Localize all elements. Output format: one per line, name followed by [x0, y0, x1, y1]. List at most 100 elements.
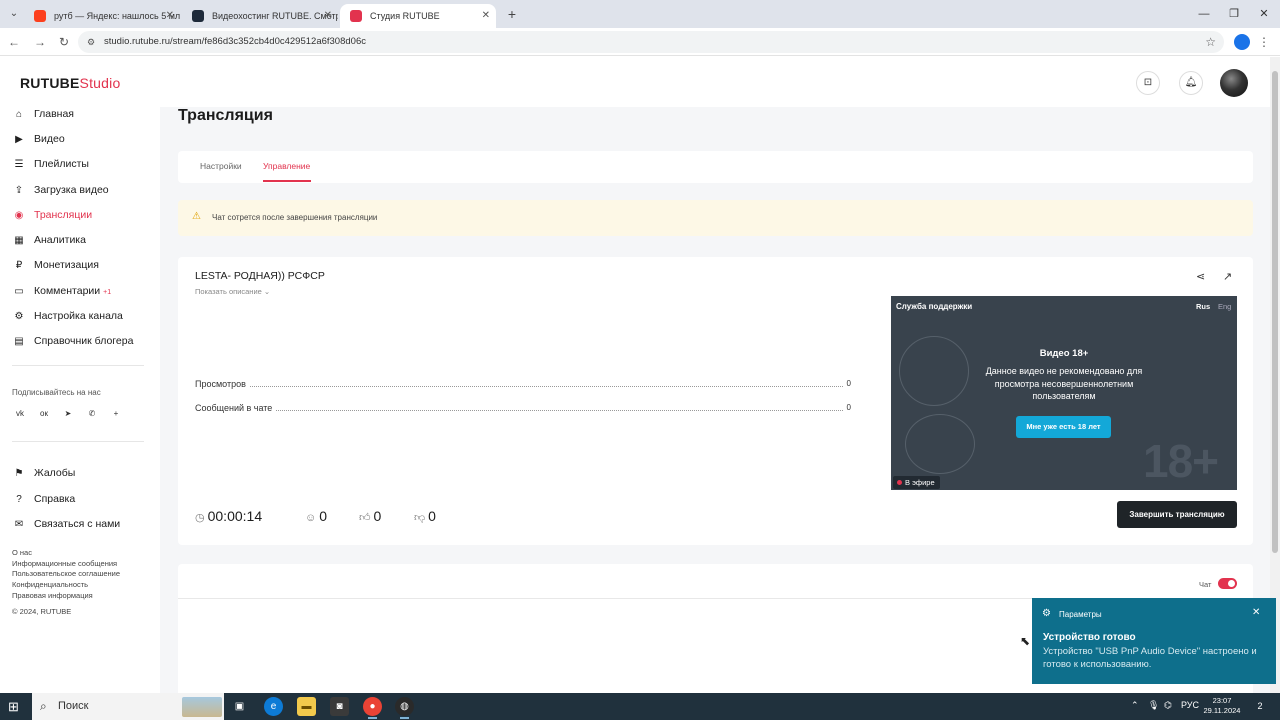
sidebar-item-comments[interactable]: ▭ Комментарии +1 — [12, 282, 111, 300]
sidebar-item-complaints[interactable]: ⚑ Жалобы — [12, 464, 76, 482]
stat-label: Сообщений в чате — [195, 403, 277, 413]
telegram-icon[interactable]: ➤ — [61, 407, 75, 421]
scrollbar-thumb[interactable] — [1272, 71, 1278, 553]
notifications-icon[interactable]: 🔔︎ — [1179, 71, 1203, 95]
dotted-leader — [195, 410, 851, 411]
tab-close-icon[interactable]: ✕ — [482, 4, 490, 28]
new-tab-icon[interactable]: + — [504, 4, 520, 24]
create-icon[interactable]: ⊡ — [1136, 71, 1160, 95]
sidebar-item-monetization[interactable]: ₽ Монетизация — [12, 256, 99, 274]
video-player[interactable]: Служба поддержки Rus Eng Видео 18+ Данно… — [891, 296, 1237, 490]
ok-icon[interactable]: ок — [37, 407, 51, 421]
profile-icon[interactable] — [1234, 34, 1250, 50]
sidebar-item-playlists[interactable]: ☰ Плейлисты — [12, 155, 89, 173]
tab-close-icon[interactable]: ✕ — [166, 4, 174, 28]
reload-icon[interactable]: ↻ — [56, 34, 72, 50]
sidebar: RUTUBEStudio ⌂ Главная ▶ Видео ☰ Плейлисты … — [0, 57, 160, 693]
browser-tab-yandex[interactable]: рутб — Яндекс: нашлось 5 млн ✕ — [24, 4, 180, 28]
home-icon: ⌂ — [15, 109, 23, 120]
active-tab-indicator — [263, 180, 311, 182]
forward-icon[interactable]: → — [32, 34, 48, 50]
stream-timer: ◷ 00:00:14 — [195, 508, 262, 524]
footer-link-terms[interactable]: Пользовательское соглашение — [12, 569, 120, 579]
tab-management[interactable]: Управление — [263, 161, 310, 171]
lang-rus-button[interactable]: Rus — [1196, 302, 1210, 311]
support-link[interactable]: Служба поддержки — [896, 302, 972, 311]
site-info-icon[interactable]: ⚙ — [87, 37, 97, 47]
lang-eng-button[interactable]: Eng — [1218, 302, 1231, 311]
mic-icon[interactable]: 🎙︎ — [1148, 700, 1159, 711]
vk-icon[interactable]: vk — [13, 407, 27, 421]
video-icon: ▶ — [15, 134, 23, 145]
explorer-icon[interactable]: ▬ — [297, 697, 316, 716]
back-icon[interactable]: ← — [6, 34, 22, 50]
sidebar-item-home[interactable]: ⌂ Главная — [12, 105, 74, 123]
stat-row-views: Просмотров 0 — [195, 379, 851, 391]
obs-icon[interactable]: ◍ — [395, 697, 414, 719]
sidebar-item-label: Загрузка видео — [34, 184, 109, 196]
app-icon[interactable]: ◙ — [330, 697, 349, 716]
copyright: © 2024, RUTUBE — [12, 607, 72, 616]
external-link-icon[interactable]: ↗ — [1223, 270, 1232, 283]
bookmark-star-icon[interactable]: ☆ — [1205, 31, 1216, 53]
footer-link-privacy[interactable]: Конфиденциальность — [12, 580, 88, 590]
restore-icon[interactable]: ❐ — [1224, 4, 1244, 24]
chat-toggle[interactable] — [1218, 578, 1237, 589]
sidebar-item-label: Плейлисты — [34, 158, 89, 170]
tab-title: Видеохостинг RUTUBE. Смотрите — [212, 11, 338, 21]
sidebar-item-channel-settings[interactable]: ⚙ Настройка канала — [12, 307, 123, 325]
rutube-studio-logo[interactable]: RUTUBEStudio — [20, 75, 120, 91]
tray-expand-icon[interactable]: ⌃ — [1131, 700, 1139, 711]
plus-icon[interactable]: + — [109, 407, 123, 421]
task-view-icon[interactable]: ▣ — [230, 697, 249, 716]
tab-close-icon[interactable]: ✕ — [324, 4, 332, 28]
broadcast-icon: ◉ — [14, 210, 24, 221]
share-icon[interactable]: ⋖ — [1196, 270, 1205, 283]
warning-icon: ⚠ — [192, 211, 201, 222]
notification-center-icon[interactable]: 2 — [1252, 699, 1268, 714]
minimize-icon[interactable]: — — [1194, 4, 1214, 24]
confirm-age-button[interactable]: Мне уже есть 18 лет — [1016, 416, 1111, 438]
sidebar-item-upload[interactable]: ⇪ Загрузка видео — [12, 181, 109, 199]
network-icon[interactable]: ⌬ — [1164, 700, 1172, 711]
browser-tab-studio[interactable]: Студия RUTUBE ✕ — [340, 4, 496, 28]
sidebar-item-help[interactable]: ? Справка — [12, 490, 75, 508]
toast-body: Устройство "USB PnP Audio Device" настро… — [1043, 646, 1257, 670]
windows-start-icon[interactable]: ⊞ — [8, 699, 23, 714]
footer-link-about[interactable]: О нас — [12, 548, 32, 558]
sidebar-item-guide[interactable]: ▤ Справочник блогера — [12, 332, 133, 350]
comments-icon: ▭ — [14, 286, 24, 297]
footer-link-legal[interactable]: Правовая информация — [12, 591, 93, 601]
stat-value: 0 — [842, 379, 851, 388]
toast-close-icon[interactable]: ✕ — [1252, 607, 1260, 618]
avatar[interactable] — [1220, 69, 1248, 97]
windows-toast[interactable]: ⚙ Параметры ✕ Устройство готово Устройст… — [1032, 598, 1276, 684]
age-rating-mark: 18+ — [1143, 435, 1219, 487]
footer-link-info[interactable]: Информационные сообщения — [12, 559, 117, 569]
live-badge-label: В эфире — [905, 478, 935, 487]
studio-favicon-icon — [350, 10, 362, 22]
viewers-icon: ☺ — [305, 512, 317, 524]
show-description-link[interactable]: Показать описание ⌄ — [195, 287, 270, 296]
page-title: Трансляция — [178, 107, 273, 124]
edge-icon[interactable]: e — [264, 697, 283, 716]
taskbar-clock[interactable]: 23:07 29.11.2024 — [1200, 696, 1244, 716]
close-window-icon[interactable]: ✕ — [1254, 4, 1274, 24]
language-indicator[interactable]: РУС — [1181, 700, 1199, 710]
taskbar-search[interactable]: ⌕ Поиск — [32, 693, 224, 720]
tab-search-icon[interactable]: ⌄ — [6, 6, 22, 22]
search-highlight-image — [182, 697, 222, 717]
url-input[interactable]: ⚙ studio.rutube.ru/stream/fe86d3c352cb4d… — [78, 31, 1224, 53]
sidebar-item-analytics[interactable]: ▦ Аналитика — [12, 231, 86, 249]
settings-icon: ⚙ — [14, 311, 24, 322]
viber-icon[interactable]: ✆ — [85, 407, 99, 421]
sidebar-item-contact[interactable]: ✉ Связаться с нами — [12, 515, 120, 533]
chrome-icon[interactable]: ● — [363, 697, 382, 719]
sidebar-item-video[interactable]: ▶ Видео — [12, 130, 65, 148]
browser-tab-rutube[interactable]: Видеохостинг RUTUBE. Смотрите ✕ — [182, 4, 338, 28]
thumbs-down-icon: 👎︎ — [414, 512, 426, 524]
end-stream-button[interactable]: Завершить трансляцию — [1117, 501, 1237, 528]
sidebar-item-broadcasts[interactable]: ◉ Трансляции — [12, 206, 92, 224]
tab-settings[interactable]: Настройки — [200, 161, 242, 171]
browser-menu-icon[interactable]: ⋮ — [1258, 34, 1270, 50]
